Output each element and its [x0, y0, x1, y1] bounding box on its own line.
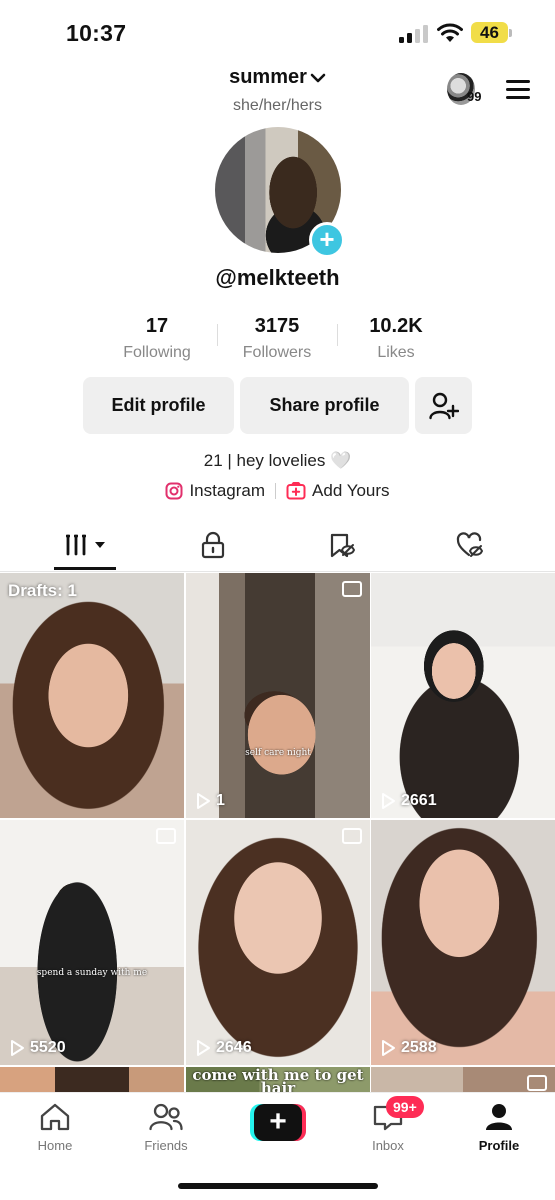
status-bar: 10:37 46: [0, 0, 555, 62]
play-icon: [382, 1040, 395, 1056]
photo-post-icon: [342, 828, 362, 844]
cellular-signal-icon: [399, 25, 428, 43]
streak-count: 99: [467, 89, 482, 104]
play-icon: [197, 1040, 210, 1056]
add-user-icon: [428, 392, 459, 419]
stat-value: 3175: [254, 315, 300, 337]
menu-icon[interactable]: [504, 78, 532, 102]
tile-caption: spend a sunday with me: [36, 968, 148, 978]
stat-label: Likes: [377, 344, 415, 361]
edit-profile-button[interactable]: Edit profile: [83, 377, 234, 434]
play-icon: [382, 793, 395, 809]
video-tile[interactable]: [0, 1067, 184, 1095]
add-yours-label: Add Yours: [312, 481, 390, 500]
video-tile[interactable]: 2646: [186, 820, 370, 1065]
nav-friends-label: Friends: [144, 1138, 188, 1153]
video-tile[interactable]: 2661: [371, 573, 555, 818]
play-icon: [11, 1040, 24, 1056]
nav-inbox-label: Inbox: [372, 1138, 404, 1153]
bio: 21 | hey lovelies 🤍: [203, 451, 352, 470]
view-count: 2588: [379, 1039, 437, 1057]
add-friends-button[interactable]: [415, 377, 472, 434]
tile-caption: self care night: [245, 748, 311, 758]
view-count: 2661: [379, 792, 437, 810]
home-indicator: [178, 1183, 378, 1189]
drafts-label: Drafts: 1: [8, 581, 77, 600]
friends-icon: [149, 1103, 183, 1131]
video-tile[interactable]: come with me to get hair: [186, 1067, 370, 1095]
nav-home[interactable]: Home: [10, 1103, 100, 1153]
share-profile-button[interactable]: Share profile: [240, 377, 409, 434]
instagram-link-label: Instagram: [189, 481, 266, 500]
profile-icon: [486, 1104, 512, 1130]
stat-label: Following: [123, 344, 191, 361]
content-tabs: [0, 520, 555, 572]
battery-level: 46: [471, 22, 508, 43]
nav-profile-label: Profile: [478, 1138, 520, 1153]
nav-friends[interactable]: Friends: [121, 1103, 211, 1153]
view-count: 5520: [8, 1039, 66, 1057]
drafts-tile[interactable]: Drafts: 1: [0, 573, 184, 818]
stat-followers[interactable]: 3175 Followers: [217, 315, 337, 362]
plus-icon: +: [254, 1104, 302, 1141]
battery-icon: 46: [471, 22, 513, 44]
photo-post-icon: [156, 828, 176, 844]
stat-following[interactable]: 17 Following: [97, 315, 217, 362]
view-count: 2646: [194, 1039, 252, 1057]
stat-value: 17: [145, 315, 169, 337]
add-story-icon[interactable]: +: [309, 222, 345, 258]
add-yours-icon: [286, 482, 306, 500]
play-icon: [197, 793, 210, 809]
stat-label: Followers: [242, 344, 312, 361]
create-button[interactable]: +: [250, 1104, 306, 1141]
nav-home-label: Home: [37, 1138, 73, 1153]
video-tile[interactable]: self care night 1: [186, 573, 370, 818]
streak-badge[interactable]: 99: [445, 73, 487, 107]
photo-post-icon: [527, 1075, 547, 1091]
nav-profile[interactable]: Profile: [454, 1103, 544, 1153]
saved-tab-icon[interactable]: [327, 530, 357, 560]
liked-tab-icon[interactable]: [456, 530, 486, 560]
view-count: 1: [194, 792, 225, 810]
photo-post-icon: [342, 581, 362, 597]
stat-likes[interactable]: 10.2K Likes: [336, 315, 456, 362]
instagram-link[interactable]: Instagram: [165, 481, 265, 501]
video-tile[interactable]: [371, 1067, 555, 1095]
video-tile[interactable]: spend a sunday with me 5520: [0, 820, 184, 1065]
stat-value: 10.2K: [369, 315, 423, 337]
chevron-down-icon: [310, 73, 326, 82]
lock-icon[interactable]: [199, 530, 227, 560]
add-yours-link[interactable]: Add Yours: [286, 481, 390, 501]
status-time: 10:37: [66, 20, 127, 46]
inbox-badge: 99+: [386, 1096, 424, 1118]
profile-handle: @melkteeth: [215, 265, 340, 290]
wifi-icon: [437, 23, 463, 42]
active-tab-indicator: [54, 567, 116, 570]
username: summer: [229, 66, 307, 88]
videos-tab-icon[interactable]: [64, 530, 108, 560]
instagram-icon: [165, 482, 183, 500]
video-tile[interactable]: 2588: [371, 820, 555, 1065]
home-icon: [40, 1103, 70, 1131]
profile-links: Instagram Add Yours: [0, 481, 555, 501]
